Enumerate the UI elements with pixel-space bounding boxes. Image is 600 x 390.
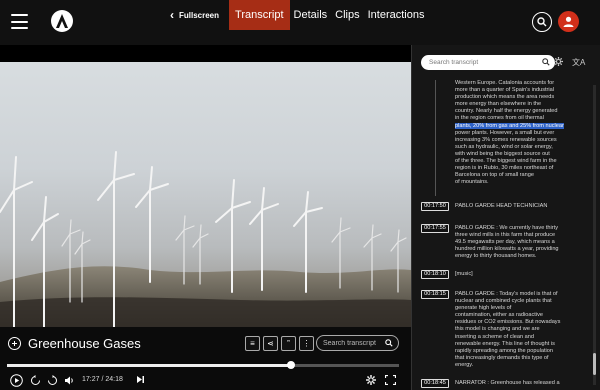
transcript-line: NARRATOR : Greenhouse has released a <box>455 380 560 386</box>
transcript-line: Barcelona on top of small range <box>455 172 534 179</box>
tab-transcript[interactable]: Transcript <box>229 0 290 30</box>
timestamp-button[interactable]: 00:18:15 <box>421 290 449 299</box>
transcript-line: hundred million kilowatts a year, provid… <box>455 246 559 253</box>
transcript-line: [music] <box>455 271 473 277</box>
transcript-search-input[interactable] <box>429 57 534 68</box>
timestamp-button[interactable]: 00:18:45 <box>421 379 449 388</box>
scrollbar-thumb[interactable] <box>593 353 596 375</box>
progress-bar[interactable] <box>7 361 399 369</box>
timeline-line <box>435 80 436 196</box>
transcript-line: country. Nearly half the energy generate… <box>455 108 558 115</box>
transcript-line: in the region comes from oil thermal <box>455 115 544 122</box>
video-title: Greenhouse Gases <box>28 336 141 351</box>
app-logo[interactable] <box>51 10 73 32</box>
transcript-line: PABLO GARDE HEAD TECHNICIAN <box>455 203 548 209</box>
transcript-line: more than a quarter of Spain's industria… <box>455 87 555 94</box>
transcript-line: that increasingly demands this type of <box>455 354 549 361</box>
settings-icon[interactable] <box>366 375 376 385</box>
transcript-line: with wind being the biggest source out <box>455 150 550 157</box>
user-icon[interactable] <box>558 11 579 32</box>
transcript-paragraph[interactable]: [music] <box>455 271 589 278</box>
transcript-line: three wind mills in this farm that produ… <box>455 232 556 239</box>
transcript-line: renewable energy. This line of thought i… <box>455 340 555 347</box>
transcript-line: of the three. The biggest wind farm in t… <box>455 158 557 165</box>
fullscreen-icon[interactable] <box>385 375 396 385</box>
rewind-icon[interactable] <box>30 375 41 386</box>
transcript-line: energy to thirty thousand homes. <box>455 253 537 260</box>
transcript-paragraph[interactable]: PABLO GARDE : We currently have thirty t… <box>455 225 589 260</box>
transcript-line: power plants. However, a small but ever <box>455 129 555 136</box>
transcript-scrollbar[interactable] <box>593 85 596 385</box>
transcript-line: region is in Rubio, 30 miles northeast o… <box>455 165 554 172</box>
menu-icon[interactable] <box>11 14 28 29</box>
more-icon[interactable]: ⋮ <box>299 336 314 351</box>
timestamp-button[interactable]: 00:18:10 <box>421 270 449 279</box>
search-icon <box>542 58 550 66</box>
transcript-paragraph[interactable]: PABLO GARDE HEAD TECHNICIAN <box>455 203 589 210</box>
wind-farm-image <box>0 151 411 327</box>
play-icon[interactable] <box>10 374 23 387</box>
tab-details[interactable]: Details <box>290 0 332 30</box>
tab-interactions[interactable]: Interactions <box>364 0 429 30</box>
transcript-line: energy. <box>455 361 474 368</box>
transcript-line: rapidly spreading among the population <box>455 347 553 354</box>
transcript-paragraph[interactable]: Western Europe. Catalonia accounts for m… <box>455 80 589 186</box>
back-label: Fullscreen <box>179 10 220 20</box>
share-icon[interactable]: ⋖ <box>263 336 278 351</box>
video-title-row: Greenhouse Gases ≡ ⋖ ” ⋮ <box>0 329 411 359</box>
video-frame[interactable] <box>0 62 411 327</box>
playlist-icon[interactable]: ≡ <box>245 336 260 351</box>
tab-clips[interactable]: Clips <box>331 0 363 30</box>
transcript-line: nuclear and combined cycle plants that <box>455 298 552 305</box>
search-icon[interactable] <box>532 12 552 32</box>
transcript-line: Western Europe. Catalonia accounts for <box>455 80 555 86</box>
transcript-line: more energy than elsewhere in the <box>455 101 542 108</box>
chevron-left-icon: ‹ <box>170 8 174 22</box>
forward-icon[interactable] <box>47 375 58 386</box>
fullscreen-back-link[interactable]: ‹ Fullscreen <box>170 8 219 22</box>
transcript-line: increasing 3% comes renewable sources <box>455 136 557 143</box>
timecode: 17:27 / 24:18 <box>82 376 123 383</box>
transcript-panel: 文A Western Europe. Catalonia accounts fo… <box>411 45 600 390</box>
progress-fill <box>7 364 292 367</box>
translate-icon[interactable]: 文A <box>572 57 585 68</box>
highlighted-line: plants, 20% from gas and 25% from nuclea… <box>455 122 564 129</box>
timestamp-button[interactable]: 00:17:50 <box>421 202 449 211</box>
timestamp-button[interactable]: 00:17:55 <box>421 224 449 233</box>
transcript-line: such as hydraulic, wind or solar energy, <box>455 143 553 150</box>
transcript-paragraph[interactable]: PABLO GARDE : Today's model is that of n… <box>455 291 589 369</box>
transcript-search[interactable] <box>421 55 555 70</box>
gear-icon[interactable] <box>554 57 563 66</box>
transcript-line: this model is changing and we are <box>455 326 540 333</box>
video-search[interactable] <box>316 335 399 351</box>
transcript-line: PABLO GARDE : Today's model is that of <box>455 291 558 297</box>
video-search-input[interactable] <box>323 338 385 349</box>
volume-icon[interactable] <box>64 375 75 386</box>
transcript-line: generate high levels of <box>455 305 512 312</box>
transcript-line: inserting a scheme of clean and <box>455 333 534 340</box>
top-bar: ‹ Fullscreen Transcript Details Clips In… <box>0 0 600 45</box>
top-nav: ‹ Fullscreen Transcript Details Clips In… <box>170 0 428 30</box>
transcript-line: contamination, either as radioactive <box>455 312 543 319</box>
search-icon <box>385 339 393 347</box>
quote-icon[interactable]: ” <box>281 336 296 351</box>
add-icon[interactable] <box>8 337 21 350</box>
playback-row: 17:27 / 24:18 <box>0 373 411 390</box>
transcript-line: production which means the area needs <box>455 94 555 101</box>
transcript-line: 49.5 megawatts per day, which means a <box>455 239 555 246</box>
transcript-line: of mountains. <box>455 179 489 186</box>
transcript-paragraph[interactable]: NARRATOR : Greenhouse has released a <box>455 380 589 387</box>
next-icon[interactable] <box>136 375 145 384</box>
transcript-line: residues or CO2 emissions. But nowadays <box>455 319 561 326</box>
transcript-line: PABLO GARDE : We currently have thirty <box>455 225 559 231</box>
